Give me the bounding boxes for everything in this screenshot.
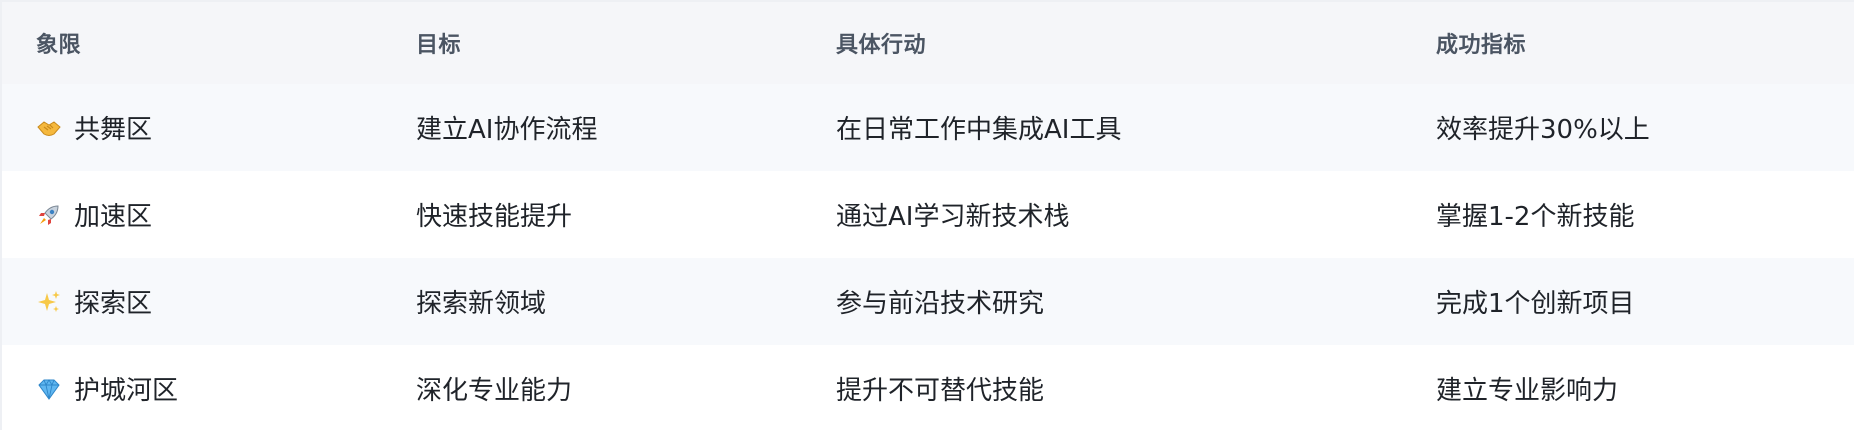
handshake-icon [36,115,62,141]
quadrant-plan-table: 象限 目标 具体行动 成功指标 共舞区 建立AI协作流程 在日常工作中集成AI工… [2,2,1854,432]
sparkles-icon [36,289,62,315]
header-quadrant: 象限 [2,2,382,84]
table-header: 象限 目标 具体行动 成功指标 [2,2,1854,84]
cell-metric: 建立专业影响力 [1436,376,1619,406]
cell-metric: 效率提升30%以上 [1436,115,1650,145]
cell-goal: 建立AI协作流程 [416,115,598,145]
table-row: 共舞区 建立AI协作流程 在日常工作中集成AI工具 效率提升30%以上 [2,84,1854,171]
quadrant-label-group: 探索区 [36,283,382,320]
cell-action: 提升不可替代技能 [836,376,1045,406]
table-row: 加速区 快速技能提升 通过AI学习新技术栈 掌握1-2个新技能 [2,171,1854,258]
cell-action: 参与前沿技术研究 [836,289,1045,319]
quadrant-label-group: 加速区 [36,196,382,233]
quadrant-name: 共舞区 [74,115,153,145]
gem-icon [36,376,62,402]
cell-quadrant: 共舞区 [2,84,382,171]
cell-goal: 探索新领域 [416,289,547,319]
quadrant-label-group: 共舞区 [36,109,382,146]
quadrant-name: 探索区 [74,289,153,319]
cell-quadrant: 加速区 [2,171,382,258]
cell-metric: 掌握1-2个新技能 [1436,202,1635,232]
header-metric: 成功指标 [1402,2,1854,84]
quadrant-plan-table-container: 象限 目标 具体行动 成功指标 共舞区 建立AI协作流程 在日常工作中集成AI工… [0,0,1854,432]
quadrant-name: 加速区 [74,202,153,232]
cell-quadrant: 探索区 [2,258,382,345]
cell-metric: 完成1个创新项目 [1436,289,1635,319]
cell-goal: 深化专业能力 [416,376,573,406]
cell-goal: 快速技能提升 [416,202,573,232]
header-goal: 目标 [382,2,802,84]
table-row: 探索区 探索新领域 参与前沿技术研究 完成1个创新项目 [2,258,1854,345]
rocket-icon [36,202,62,228]
quadrant-name: 护城河区 [74,376,179,406]
quadrant-label-group: 护城河区 [36,370,382,407]
table-row: 护城河区 深化专业能力 提升不可替代技能 建立专业影响力 [2,345,1854,432]
table-body: 共舞区 建立AI协作流程 在日常工作中集成AI工具 效率提升30%以上 加速区 … [2,84,1854,432]
header-action: 具体行动 [802,2,1402,84]
cell-action: 通过AI学习新技术栈 [836,202,1070,232]
cell-action: 在日常工作中集成AI工具 [836,115,1122,145]
cell-quadrant: 护城河区 [2,345,382,432]
header-row: 象限 目标 具体行动 成功指标 [2,2,1854,84]
